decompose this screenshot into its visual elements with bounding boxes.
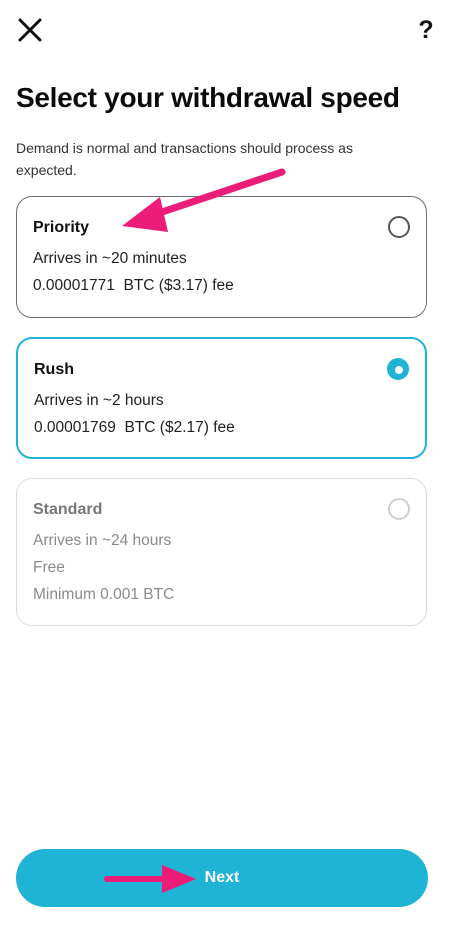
option-rush-eta: Arrives in ~2 hours — [34, 392, 164, 409]
option-standard[interactable]: Standard Arrives in ~24 hours Free Minim… — [16, 478, 427, 626]
withdrawal-speed-screen: ? Select your withdrawal speed Demand is… — [0, 0, 456, 943]
option-priority-name: Priority — [33, 219, 90, 236]
option-standard-minimum: Minimum 0.001 BTC — [33, 586, 175, 603]
option-priority-radio[interactable] — [388, 216, 410, 238]
option-standard-fee: Free — [33, 559, 65, 576]
help-button[interactable]: ? — [410, 14, 442, 46]
option-rush[interactable]: Rush Arrives in ~2 hours 0.00001769 BTC … — [16, 337, 427, 459]
option-rush-name: Rush — [34, 361, 74, 378]
option-standard-name: Standard — [33, 501, 103, 518]
close-button[interactable] — [14, 14, 46, 46]
option-rush-radio[interactable] — [387, 358, 409, 380]
page-subtitle: Demand is normal and transactions should… — [16, 140, 353, 178]
help-icon: ? — [418, 15, 434, 44]
option-priority-eta: Arrives in ~20 minutes — [33, 250, 187, 267]
option-standard-eta: Arrives in ~24 hours — [33, 532, 172, 549]
option-standard-radio[interactable] — [388, 498, 410, 520]
option-priority[interactable]: Priority Arrives in ~20 minutes 0.000017… — [16, 196, 427, 318]
radio-selected-dot — [395, 366, 403, 374]
close-icon — [18, 18, 42, 42]
next-button[interactable]: Next — [16, 849, 428, 907]
option-rush-fee: 0.00001769 BTC ($2.17) fee — [34, 419, 235, 436]
option-priority-fee: 0.00001771 BTC ($3.17) fee — [33, 277, 234, 294]
page-title: Select your withdrawal speed — [16, 82, 400, 113]
top-bar: ? — [14, 14, 442, 50]
